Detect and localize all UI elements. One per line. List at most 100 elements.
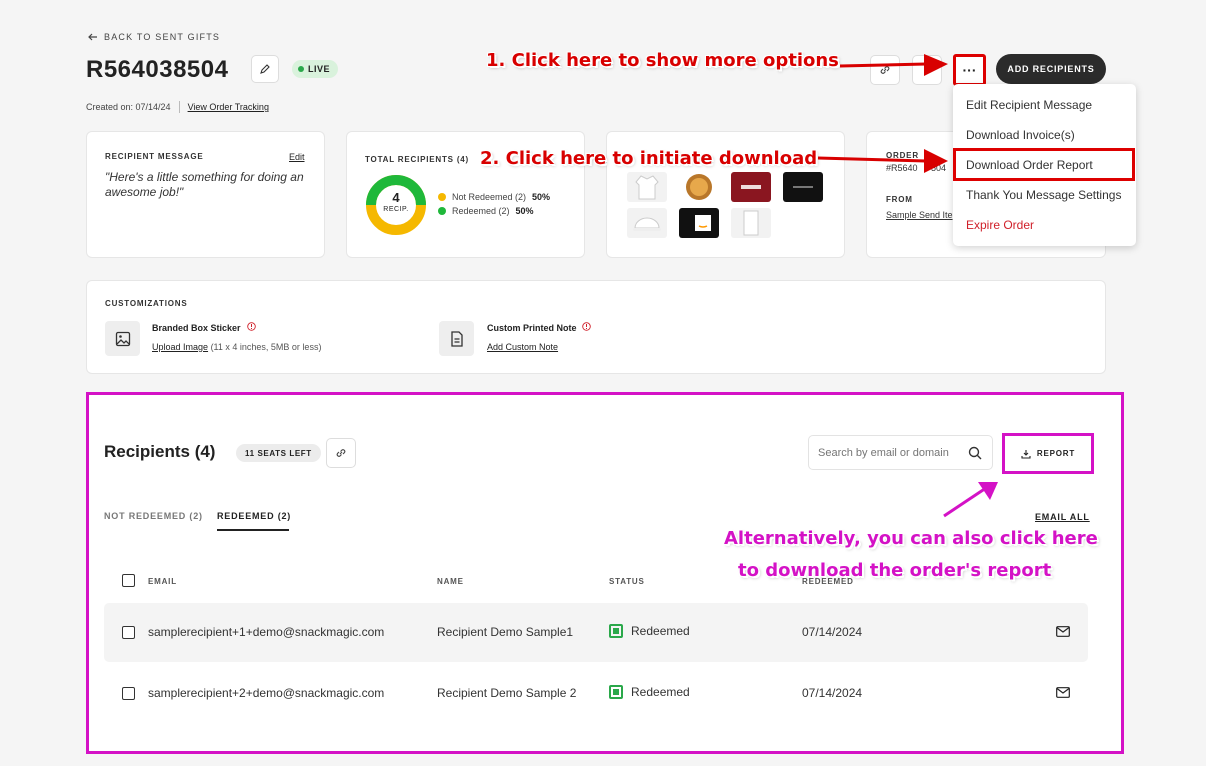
image-icon bbox=[105, 321, 140, 356]
annotation-alternative-line-1: Alternatively, you can also click here bbox=[724, 528, 1098, 549]
customizations-title: CUSTOMIZATIONS bbox=[105, 299, 188, 308]
kohls-gift-card-icon bbox=[741, 185, 761, 189]
table-row: samplerecipient+2+demo@snackmagic.com Re… bbox=[104, 664, 1088, 723]
active-tab-indicator bbox=[217, 529, 289, 531]
info-icon bbox=[582, 322, 591, 331]
annotation-step-2: 2. Click here to initiate download bbox=[480, 148, 818, 169]
sticker-upload: Upload Image (11 x 4 inches, 5MB or less… bbox=[152, 342, 321, 352]
report-button[interactable]: REPORT bbox=[1006, 437, 1090, 470]
menu-item-edit-recipient-message[interactable]: Edit Recipient Message bbox=[966, 98, 1092, 112]
amazon-gift-card-icon bbox=[695, 215, 711, 231]
redeemed-status-icon bbox=[609, 685, 623, 699]
row-name: Recipient Demo Sample1 bbox=[437, 625, 574, 639]
menu-item-thank-you-settings[interactable]: Thank You Message Settings bbox=[966, 188, 1121, 202]
item-thumbnail bbox=[731, 208, 771, 238]
redeemed-status-icon bbox=[609, 624, 623, 638]
from-label: FROM bbox=[886, 195, 913, 204]
table-row: samplerecipient+1+demo@snackmagic.com Re… bbox=[104, 603, 1088, 662]
snack-tin-icon bbox=[686, 174, 712, 200]
seats-left-badge: 11 SEATS LEFT bbox=[236, 444, 321, 462]
menu-item-expire-order[interactable]: Expire Order bbox=[966, 218, 1034, 232]
item-thumbnail bbox=[731, 172, 771, 202]
menu-item-download-order-report[interactable]: Download Order Report bbox=[966, 158, 1093, 172]
annotation-alternative-line-2: to download the order's report bbox=[738, 560, 1052, 581]
more-options-button[interactable]: ··· bbox=[953, 54, 986, 86]
report-label: REPORT bbox=[1036, 449, 1076, 458]
tab-redeemed[interactable]: REDEEMED (2) bbox=[217, 511, 291, 521]
recipients-donut-chart bbox=[366, 175, 426, 235]
annotation-arrow-1 bbox=[839, 54, 948, 76]
total-recipients-title: TOTAL RECIPIENTS (4) bbox=[365, 155, 470, 164]
item-thumbnail bbox=[679, 208, 719, 238]
recipients-title: Recipients (4) bbox=[104, 442, 216, 461]
legend-pct: 50% bbox=[515, 206, 534, 216]
view-order-tracking-link[interactable]: View Order Tracking bbox=[188, 102, 269, 112]
edit-order-name-button[interactable] bbox=[251, 55, 279, 83]
add-custom-note-link[interactable]: Add Custom Note bbox=[487, 342, 558, 352]
row-date: 07/14/2024 bbox=[802, 686, 863, 700]
sticker-title: Branded Box Sticker bbox=[152, 323, 241, 333]
row-checkbox[interactable] bbox=[122, 626, 135, 639]
legend-dot-green-icon bbox=[438, 207, 446, 215]
row-status: Redeemed bbox=[609, 624, 690, 638]
email-icon[interactable] bbox=[1056, 687, 1070, 698]
add-recipients-button[interactable]: ADD RECIPIENTS bbox=[996, 54, 1106, 84]
tab-not-redeemed[interactable]: NOT REDEEMED (2) bbox=[104, 511, 203, 521]
search-box bbox=[808, 435, 993, 470]
legend-redeemed: Redeemed (2) 50% bbox=[438, 206, 534, 216]
row-status-label: Redeemed bbox=[631, 685, 690, 699]
page-title: R564038504 bbox=[86, 56, 229, 83]
recipients-link-button[interactable] bbox=[326, 438, 356, 468]
document-icon bbox=[439, 321, 474, 356]
select-all-checkbox[interactable] bbox=[122, 574, 135, 587]
link-icon bbox=[336, 449, 346, 457]
more-options-icon: ··· bbox=[962, 62, 977, 78]
upload-image-link[interactable]: Upload Image bbox=[152, 342, 208, 352]
legend-dot-yellow-icon bbox=[438, 193, 446, 201]
cap-icon bbox=[633, 217, 661, 231]
note-title: Custom Printed Note bbox=[487, 323, 577, 333]
row-name: Recipient Demo Sample 2 bbox=[437, 686, 577, 700]
divider bbox=[178, 101, 180, 113]
row-checkbox[interactable] bbox=[122, 687, 135, 700]
legend-label: Not Redeemed (2) bbox=[452, 192, 527, 202]
back-to-sent-gifts-link[interactable]: BACK TO SENT GIFTS bbox=[88, 32, 220, 42]
row-date: 07/14/2024 bbox=[802, 625, 863, 639]
item-thumbnail bbox=[679, 172, 719, 202]
email-icon[interactable] bbox=[1056, 626, 1070, 637]
edit-message-link[interactable]: Edit bbox=[289, 152, 305, 162]
email-all-link[interactable]: EMAIL ALL bbox=[1035, 512, 1090, 522]
item-thumbnail bbox=[627, 208, 667, 238]
customizations-card: CUSTOMIZATIONS Branded Box Sticker Uploa… bbox=[86, 280, 1106, 374]
recipient-message-text: "Here's a little something for doing an … bbox=[105, 170, 304, 199]
zalora-gift-card-icon bbox=[793, 186, 813, 188]
created-info: Created on: 07/14/24 View Order Tracking bbox=[86, 101, 269, 113]
sticker-hint: (11 x 4 inches, 5MB or less) bbox=[210, 342, 322, 352]
annotation-arrow-2 bbox=[817, 149, 948, 173]
more-options-menu: Edit Recipient Message Download Invoice(… bbox=[953, 84, 1136, 246]
legend-not-redeemed: Not Redeemed (2) 50% bbox=[438, 192, 550, 202]
search-input[interactable] bbox=[818, 446, 960, 459]
menu-item-download-invoices[interactable]: Download Invoice(s) bbox=[966, 128, 1075, 142]
item-thumbnail bbox=[627, 172, 667, 202]
column-status: STATUS bbox=[609, 577, 645, 586]
from-link[interactable]: Sample Send Ite bbox=[886, 210, 953, 220]
back-label: BACK TO SENT GIFTS bbox=[104, 32, 221, 42]
live-dot-icon bbox=[298, 66, 304, 72]
download-icon bbox=[1021, 449, 1031, 459]
annotation-step-1: 1. Click here to show more options bbox=[486, 50, 839, 71]
column-email: EMAIL bbox=[148, 577, 177, 586]
status-badge: LIVE bbox=[292, 60, 339, 78]
recipient-message-title: RECIPIENT MESSAGE bbox=[105, 152, 204, 161]
row-email: samplerecipient+1+demo@snackmagic.com bbox=[148, 625, 385, 639]
hoodie-icon bbox=[635, 175, 659, 200]
legend-label: Redeemed (2) bbox=[452, 206, 510, 216]
legend-pct: 50% bbox=[532, 192, 551, 202]
row-email: samplerecipient+2+demo@snackmagic.com bbox=[148, 686, 385, 700]
row-status-label: Redeemed bbox=[631, 624, 690, 638]
item-thumbnail bbox=[783, 172, 823, 202]
donut-value: 4 bbox=[392, 190, 400, 205]
pencil-icon bbox=[260, 64, 270, 74]
recipient-message-card: RECIPIENT MESSAGE Edit "Here's a little … bbox=[86, 131, 325, 258]
search-icon[interactable] bbox=[968, 446, 982, 460]
